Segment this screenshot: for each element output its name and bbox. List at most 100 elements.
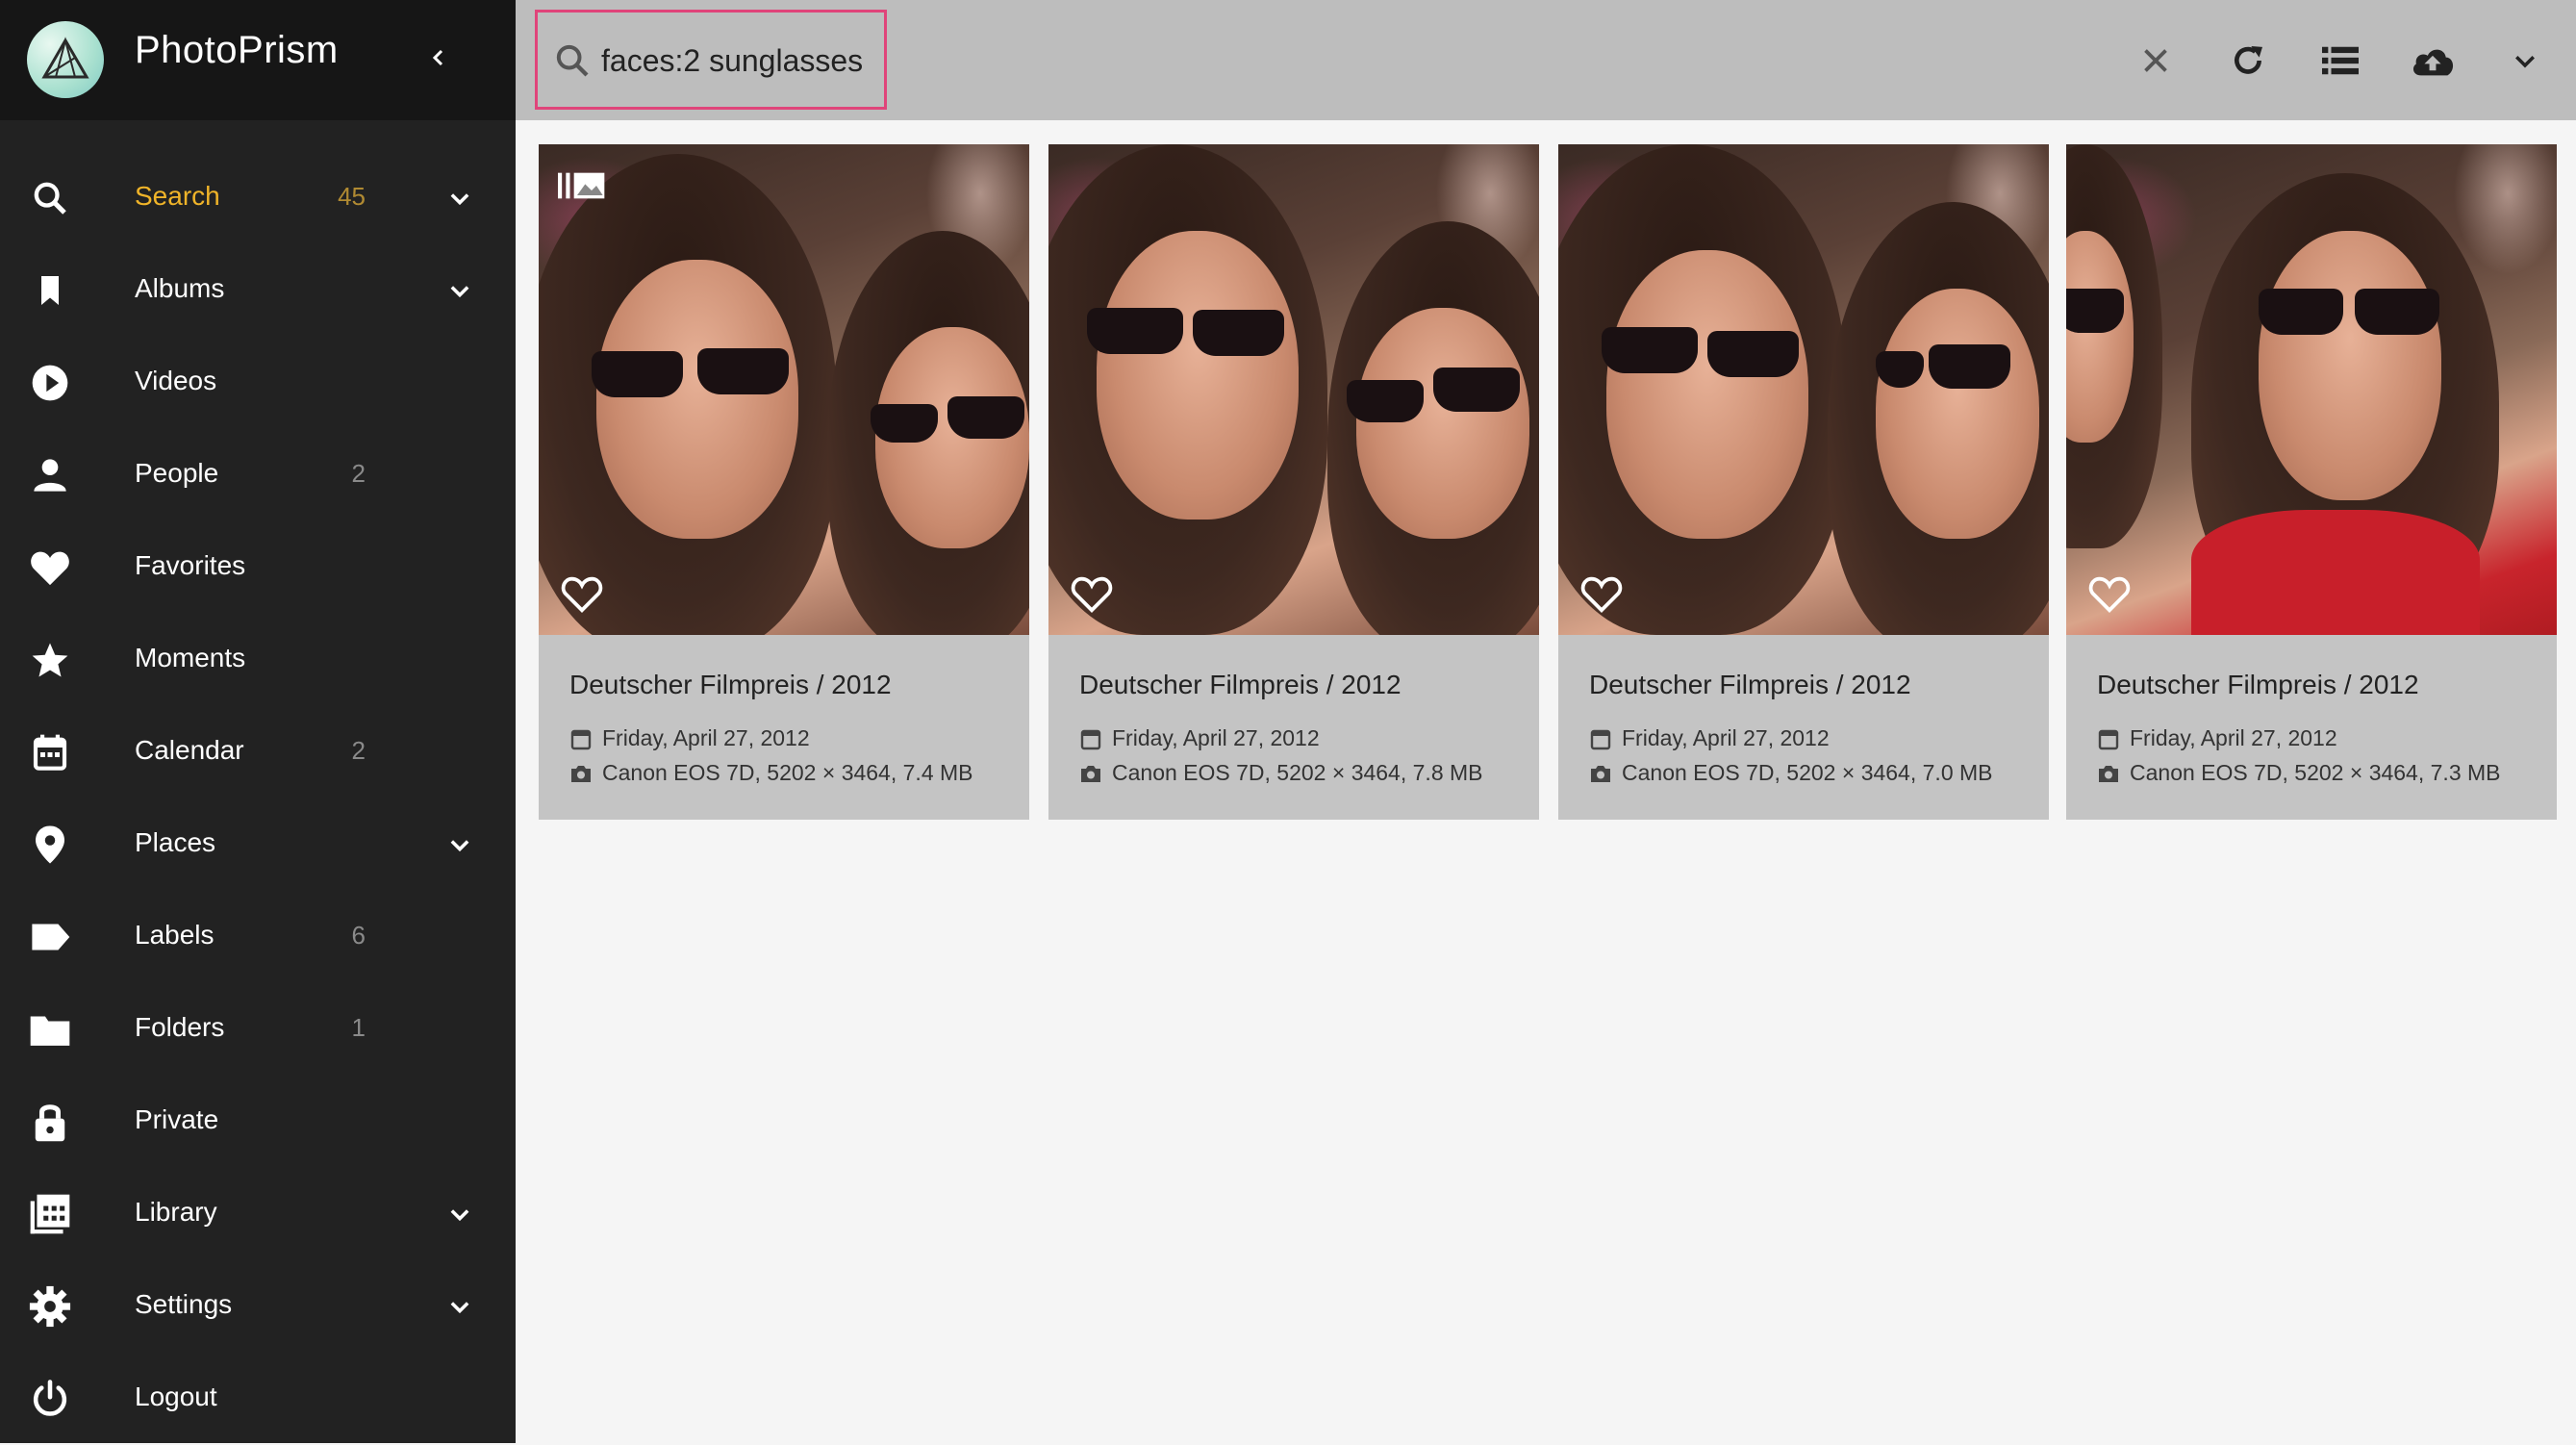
play-circle-icon	[27, 360, 73, 406]
search-icon	[27, 175, 73, 221]
heart-outline-icon[interactable]	[560, 571, 604, 616]
chevron-down-icon[interactable]	[441, 1289, 479, 1324]
chevron-left-icon	[432, 49, 443, 66]
stack-icon	[558, 172, 605, 199]
power-icon	[27, 1376, 73, 1422]
chevron-down-icon[interactable]	[441, 1197, 479, 1231]
sidebar-item-calendar[interactable]: Calendar 2	[0, 706, 516, 799]
photo-camera-info: Canon EOS 7D, 5202 × 3464, 7.0 MB	[1622, 760, 1993, 785]
photo-date: Friday, April 27, 2012	[1112, 725, 1320, 750]
top-toolbar	[516, 0, 2576, 120]
photo-card[interactable]: Deutscher Filmpreis / 2012 Friday, April…	[1048, 144, 1539, 820]
sidebar-item-moments[interactable]: Moments	[0, 614, 516, 706]
sidebar-item-label: Videos	[135, 366, 217, 395]
sidebar-item-label: Moments	[135, 643, 246, 672]
camera-icon	[571, 765, 591, 782]
close-icon	[2144, 49, 2167, 72]
sidebar-item-count: 1	[351, 1013, 366, 1042]
photo-title[interactable]: Deutscher Filmpreis / 2012	[1589, 670, 1911, 700]
photo-card[interactable]: Deutscher Filmpreis / 2012 Friday, April…	[539, 144, 1029, 820]
photo-camera-row: Canon EOS 7D, 5202 × 3464, 7.4 MB	[569, 760, 973, 786]
photo-date: Friday, April 27, 2012	[1622, 725, 1830, 750]
chevron-down-icon[interactable]	[441, 827, 479, 862]
sidebar-item-label: Private	[135, 1104, 219, 1134]
sidebar-item-places[interactable]: Places	[0, 799, 516, 891]
sidebar-item-count: 45	[338, 182, 366, 211]
camera-icon	[1591, 765, 1610, 782]
upload-button[interactable]	[2409, 37, 2457, 85]
clear-search-button[interactable]	[2132, 37, 2180, 85]
photo-title[interactable]: Deutscher Filmpreis / 2012	[569, 670, 892, 700]
photo-camera-info: Canon EOS 7D, 5202 × 3464, 7.8 MB	[1112, 760, 1483, 785]
sidebar-item-label: Folders	[135, 1012, 225, 1042]
photoprism-logo[interactable]	[27, 21, 104, 98]
search-icon	[556, 44, 589, 77]
photo-date-row: Friday, April 27, 2012	[2097, 725, 2337, 751]
photo-camera-row: Canon EOS 7D, 5202 × 3464, 7.0 MB	[1589, 760, 1993, 786]
sidebar-item-count: 6	[351, 921, 366, 950]
sidebar-item-label: Favorites	[135, 550, 246, 580]
photo-date-row: Friday, April 27, 2012	[1589, 725, 1830, 751]
search-box[interactable]	[535, 10, 887, 110]
photo-title[interactable]: Deutscher Filmpreis / 2012	[2097, 670, 2419, 700]
sidebar-item-videos[interactable]: Videos	[0, 337, 516, 429]
photo-thumbnail[interactable]	[1558, 144, 2049, 635]
photo-thumbnail[interactable]	[539, 144, 1029, 635]
calendar-icon	[570, 729, 592, 749]
photo-date-row: Friday, April 27, 2012	[1079, 725, 1320, 751]
photo-camera-row: Canon EOS 7D, 5202 × 3464, 7.3 MB	[2097, 760, 2501, 786]
calendar-icon	[2098, 729, 2119, 749]
bookmark-icon	[27, 267, 73, 314]
upload-icon	[2412, 49, 2454, 76]
library-icon	[27, 1191, 73, 1237]
photo-card[interactable]: Deutscher Filmpreis / 2012 Friday, April…	[1558, 144, 2049, 820]
heart-icon	[27, 545, 73, 591]
heart-outline-icon[interactable]	[2087, 571, 2132, 616]
photo-camera-info: Canon EOS 7D, 5202 × 3464, 7.4 MB	[602, 760, 973, 785]
refresh-button[interactable]	[2224, 37, 2272, 85]
sidebar-item-logout[interactable]: Logout	[0, 1353, 516, 1445]
sidebar-item-settings[interactable]: Settings	[0, 1260, 516, 1353]
sidebar-item-label: Albums	[135, 273, 225, 303]
photo-title[interactable]: Deutscher Filmpreis / 2012	[1079, 670, 1402, 700]
sidebar-item-albums[interactable]: Albums	[0, 244, 516, 337]
calendar-icon	[1590, 729, 1611, 749]
sidebar-item-label: Logout	[135, 1382, 217, 1411]
collapse-sidebar-button[interactable]	[419, 38, 458, 77]
person-icon	[27, 452, 73, 498]
sidebar-item-search[interactable]: Search 45	[0, 152, 516, 244]
more-options-button[interactable]	[2501, 37, 2549, 85]
sidebar-nav: Search 45 Albums Videos People 2 Favorit…	[0, 152, 516, 1445]
sidebar: PhotoPrism Search 45 Albums Videos Peopl…	[0, 0, 516, 1443]
photo-card[interactable]: Deutscher Filmpreis / 2012 Friday, April…	[2066, 144, 2557, 820]
search-input[interactable]	[601, 39, 880, 82]
sidebar-item-people[interactable]: People 2	[0, 429, 516, 521]
camera-icon	[2099, 765, 2118, 782]
calendar-icon	[27, 729, 73, 775]
sidebar-item-folders[interactable]: Folders 1	[0, 983, 516, 1076]
map-pin-icon	[27, 822, 73, 868]
gear-icon	[27, 1283, 73, 1330]
sidebar-item-label: Calendar	[135, 735, 244, 765]
folder-icon	[27, 1006, 73, 1052]
label-icon	[27, 914, 73, 960]
lock-icon	[27, 1099, 73, 1145]
chevron-down-icon[interactable]	[441, 181, 479, 215]
sidebar-item-library[interactable]: Library	[0, 1168, 516, 1260]
refresh-icon	[2235, 46, 2262, 74]
photo-thumbnail[interactable]	[1048, 144, 1539, 635]
photo-date-row: Friday, April 27, 2012	[569, 725, 810, 751]
sidebar-item-label: Places	[135, 827, 216, 857]
sidebar-item-label: Labels	[135, 920, 215, 950]
photo-thumbnail[interactable]	[2066, 144, 2557, 635]
heart-outline-icon[interactable]	[1579, 571, 1624, 616]
heart-outline-icon[interactable]	[1070, 571, 1114, 616]
sidebar-item-label: Settings	[135, 1289, 233, 1319]
sidebar-item-labels[interactable]: Labels 6	[0, 891, 516, 983]
photo-date: Friday, April 27, 2012	[602, 725, 810, 750]
sidebar-item-favorites[interactable]: Favorites	[0, 521, 516, 614]
list-view-button[interactable]	[2316, 37, 2364, 85]
chevron-down-icon	[2515, 56, 2535, 68]
chevron-down-icon[interactable]	[441, 273, 479, 308]
sidebar-item-private[interactable]: Private	[0, 1076, 516, 1168]
